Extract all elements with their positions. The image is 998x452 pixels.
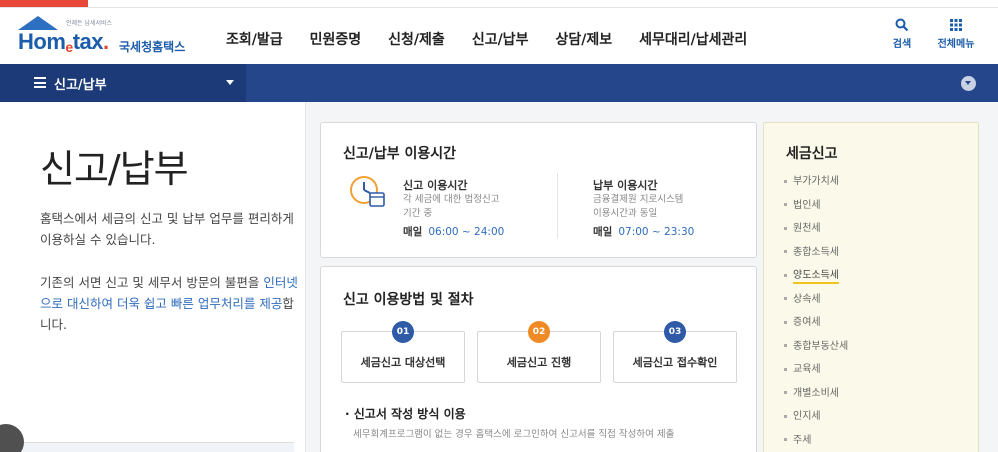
top-red-tab[interactable]	[0, 0, 88, 7]
grid-icon	[932, 17, 980, 35]
tax-menu-item[interactable]: 종합소득세	[784, 246, 964, 270]
filing-hours-sub1: 각 세금에 대한 법정신고	[403, 194, 500, 205]
filing-day: 매일	[403, 226, 423, 238]
gnb-application[interactable]: 신청/제출	[388, 29, 445, 49]
intro-benefit: 기존의 서면 신고 및 세무서 방문의 불편을 인터넷으로 대신하여 더욱 쉽고…	[40, 272, 300, 335]
tax-menu-item[interactable]: 교육세	[784, 363, 964, 387]
intro-description: 홈택스에서 세금의 신고 및 납부 업무를 편리하게 이용하실 수 있습니다.	[40, 211, 294, 247]
intro-bottom-box	[14, 442, 294, 452]
filing-hours-sub2: 기간 중	[403, 208, 433, 219]
method-title-text: 신고서 작성 방식 이용	[353, 407, 466, 421]
top-utility-strip	[0, 0, 998, 8]
hours-divider	[557, 173, 558, 239]
step-number-badge: 01	[392, 321, 414, 343]
step-label: 세금신고 접수확인	[632, 356, 718, 369]
header: 언제든 납세서비스 Hometax. 국세청홈택스 조회/발급 민원증명 신청/…	[0, 8, 998, 64]
tax-menu-item[interactable]: 종합부동산세	[784, 340, 964, 364]
section-selector[interactable]: 신고/납부	[0, 64, 246, 102]
filing-time: 06:00 ~ 24:00	[428, 226, 505, 238]
full-menu-button[interactable]: 전체메뉴	[932, 17, 980, 57]
tax-menu-item[interactable]: 원천세	[784, 222, 964, 246]
service-hours-card: 신고/납부 이용시간 신고 이용시간 각 세금에 대한 법정신고 기간 중 매일…	[320, 122, 757, 258]
intro-benefit-text: 기존의 서면 신고 및 세무서 방문의 불편을	[40, 275, 264, 290]
logo-brand-hom: Hom	[18, 29, 66, 54]
global-nav: 조회/발급 민원증명 신청/제출 신고/납부 상담/제보 세무대리/납세관리	[226, 29, 747, 49]
method-description: 세무회계프로그램이 없는 경우 홈택스에 로그인하여 신고서를 직접 작성하여 …	[353, 429, 675, 440]
payment-hours-sub1: 금융결제원 지로시스템	[593, 194, 684, 205]
logo-tagline: 언제든 납세서비스	[66, 20, 113, 27]
full-menu-label: 전체메뉴	[937, 39, 975, 50]
payment-day: 매일	[593, 226, 613, 238]
filing-procedure-card: 신고 이용방법 및 절차 01 세금신고 대상선택 02 세금신고 진행 03 …	[320, 266, 757, 452]
hometax-page: 언제든 납세서비스 Hometax. 국세청홈택스 조회/발급 민원증명 신청/…	[0, 0, 998, 452]
gnb-filing-payment[interactable]: 신고/납부	[472, 29, 529, 49]
tax-menu-title: 세금신고	[786, 146, 838, 162]
logo-korean-name: 국세청홈택스	[119, 40, 186, 54]
method-title: · 신고서 작성 방식 이용	[345, 407, 466, 421]
tax-filing-menu: 세금신고 부가가치세 법인세 원천세 종합소득세 양도소득세 상속세 증여세 종…	[763, 122, 979, 452]
section-title: 신고/납부	[54, 78, 107, 93]
tax-menu-item[interactable]: 부가가치세	[784, 175, 964, 199]
page-title: 신고/납부	[40, 147, 189, 191]
filing-hours: 신고 이용시간 각 세금에 대한 법정신고 기간 중 매일 06:00 ~ 24:…	[403, 177, 504, 239]
step-label: 세금신고 대상선택	[360, 356, 446, 369]
procedure-title: 신고 이용방법 및 절차	[343, 292, 474, 308]
utility-links	[420, 0, 900, 5]
step-confirm-receipt[interactable]: 03 세금신고 접수확인	[613, 321, 737, 383]
tax-menu-item[interactable]: 개별소비세	[784, 387, 964, 411]
intro-panel: 신고/납부 홈택스에서 세금의 신고 및 납부 업무를 편리하게 이용하실 수 …	[0, 102, 306, 452]
payment-hours-time: 매일 07:00 ~ 23:30	[593, 224, 694, 239]
payment-hours: 납부 이용시간 금융결제원 지로시스템 이용시간과 동일 매일 07:00 ~ 2…	[593, 177, 694, 239]
gnb-tax-agent[interactable]: 세무대리/납세관리	[639, 29, 747, 49]
logo-brand-tax: tax	[72, 29, 104, 54]
caret-down-icon	[226, 80, 234, 85]
filing-hours-name: 신고 이용시간	[403, 179, 468, 192]
filing-hours-time: 매일 06:00 ~ 24:00	[403, 224, 504, 239]
tax-menu-item[interactable]: 양도소득세	[784, 269, 964, 293]
service-hours-title: 신고/납부 이용시간	[343, 146, 457, 162]
logo-brand-dot: .	[102, 29, 109, 54]
search-label: 검색	[892, 39, 912, 50]
section-navbar: 신고/납부	[0, 64, 998, 102]
gnb-certificates[interactable]: 민원증명	[310, 29, 362, 49]
step-number-badge: 02	[528, 321, 550, 343]
main-content: 신고/납부 홈택스에서 세금의 신고 및 납부 업무를 편리하게 이용하실 수 …	[0, 102, 998, 452]
clock-calendar-icon	[349, 175, 387, 209]
step-label: 세금신고 진행	[506, 356, 572, 369]
search-button[interactable]: 검색	[878, 17, 926, 57]
payment-hours-name: 납부 이용시간	[593, 179, 658, 192]
tax-menu-item[interactable]: 법인세	[784, 199, 964, 223]
step-proceed-filing[interactable]: 02 세금신고 진행	[477, 321, 601, 383]
payment-hours-sub2: 이용시간과 동일	[593, 208, 658, 219]
chevron-down-icon[interactable]	[961, 76, 976, 91]
search-icon	[878, 17, 926, 35]
step-select-target[interactable]: 01 세금신고 대상선택	[341, 321, 465, 383]
tax-menu-item[interactable]: 주세	[784, 434, 964, 452]
tax-menu-item[interactable]: 상속세	[784, 293, 964, 317]
payment-time: 07:00 ~ 23:30	[618, 226, 695, 238]
logo-brand-e: e	[65, 39, 73, 55]
hometax-logo[interactable]: 언제든 납세서비스 Hometax. 국세청홈택스	[16, 16, 206, 58]
gnb-inquiry[interactable]: 조회/발급	[226, 29, 283, 49]
hamburger-icon	[34, 77, 46, 88]
tax-menu-item[interactable]: 증여세	[784, 316, 964, 340]
tax-menu-item[interactable]: 인지세	[784, 410, 964, 434]
gnb-consulting[interactable]: 상담/제보	[555, 29, 612, 49]
tax-menu-list: 부가가치세 법인세 원천세 종합소득세 양도소득세 상속세 증여세 종합부동산세…	[784, 175, 964, 452]
step-number-badge: 03	[664, 321, 686, 343]
house-icon	[18, 16, 58, 30]
logo-brand: Hometax.	[18, 29, 109, 55]
